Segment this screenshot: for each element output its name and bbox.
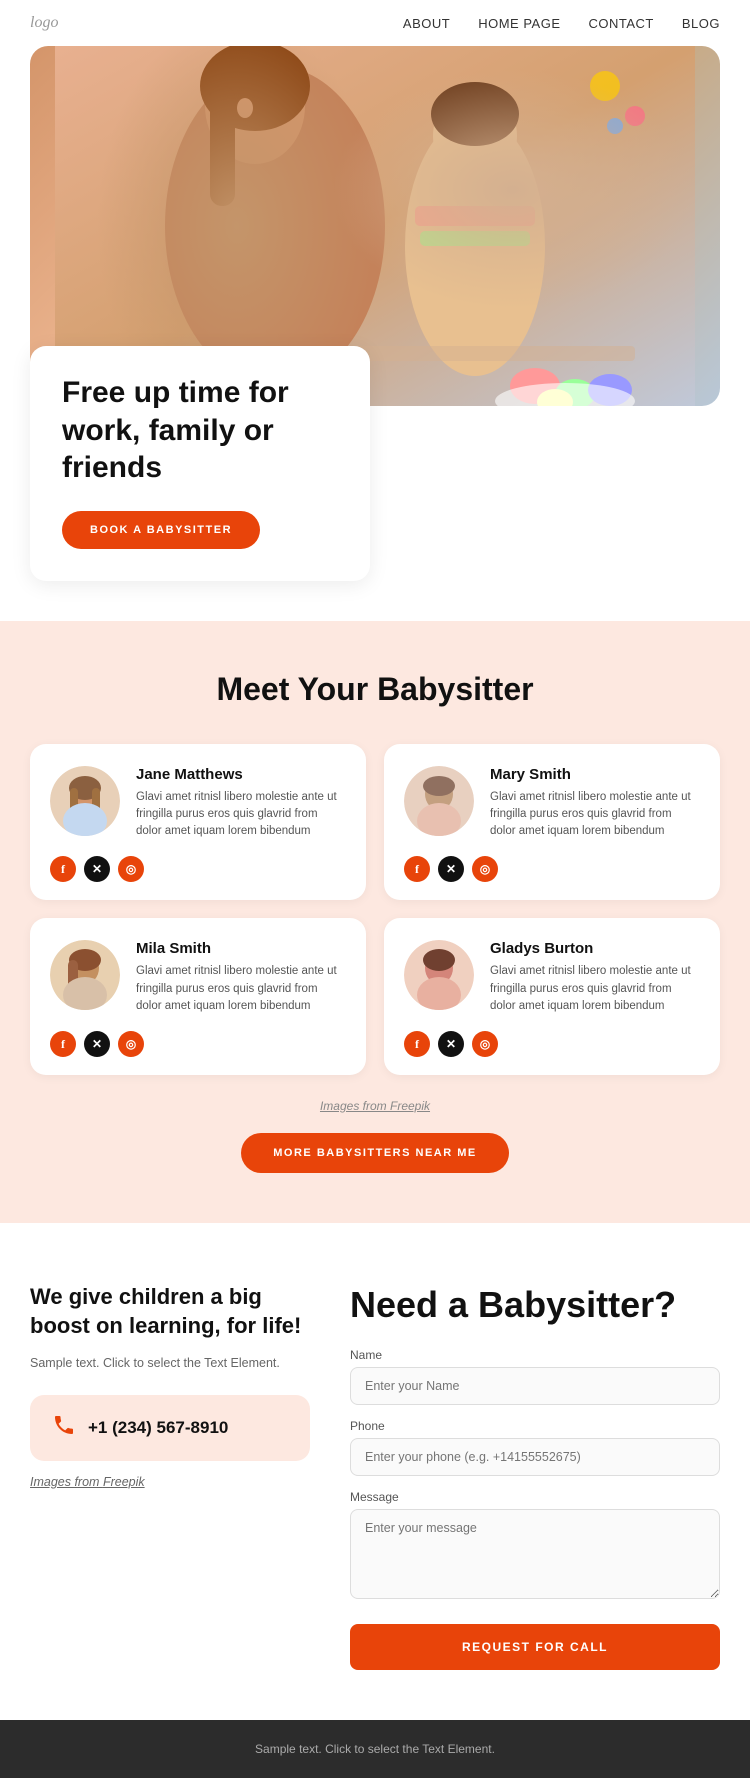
sitter-socials-mila: f ✕ ◎ xyxy=(50,1031,346,1057)
facebook-icon[interactable]: f xyxy=(404,1031,430,1057)
logo: logo xyxy=(30,14,58,32)
phone-box: +1 (234) 567-8910 xyxy=(30,1395,310,1461)
sitter-top: Gladys Burton Glavi amet ritnisl libero … xyxy=(404,940,700,1015)
phone-label: Phone xyxy=(350,1419,720,1433)
form-group-message: Message xyxy=(350,1490,720,1604)
form-group-name: Name xyxy=(350,1348,720,1405)
instagram-icon[interactable]: ◎ xyxy=(118,1031,144,1057)
sitter-info-jane: Jane Matthews Glavi amet ritnisl libero … xyxy=(136,766,346,841)
sitter-socials-mary: f ✕ ◎ xyxy=(404,856,700,882)
sitter-card-mila: Mila Smith Glavi amet ritnisl libero mol… xyxy=(30,918,366,1075)
sitter-card-gladys: Gladys Burton Glavi amet ritnisl libero … xyxy=(384,918,720,1075)
sitter-info-mila: Mila Smith Glavi amet ritnisl libero mol… xyxy=(136,940,346,1015)
freepik-note-left: Images from Freepik xyxy=(30,1473,310,1492)
sitter-avatar-mary xyxy=(404,766,474,836)
sitter-top: Mila Smith Glavi amet ritnisl libero mol… xyxy=(50,940,346,1015)
hero-section: Free up time for work, family or friends… xyxy=(0,46,750,621)
sitter-card-mary: Mary Smith Glavi amet ritnisl libero mol… xyxy=(384,744,720,901)
phone-input[interactable] xyxy=(350,1438,720,1476)
need-right: Need a Babysitter? Name Phone Message RE… xyxy=(350,1283,720,1670)
phone-icon xyxy=(52,1413,76,1443)
sitter-info-gladys: Gladys Burton Glavi amet ritnisl libero … xyxy=(490,940,700,1015)
more-babysitters-button[interactable]: MORE BABYSITTERS NEAR ME xyxy=(241,1133,508,1173)
sitters-grid: Jane Matthews Glavi amet ritnisl libero … xyxy=(30,744,720,1076)
instagram-icon[interactable]: ◎ xyxy=(472,856,498,882)
meet-section: Meet Your Babysitter Jane Matthews xyxy=(0,621,750,1224)
sitter-top: Jane Matthews Glavi amet ritnisl libero … xyxy=(50,766,346,841)
message-textarea[interactable] xyxy=(350,1509,720,1599)
facebook-icon[interactable]: f xyxy=(404,856,430,882)
nav-homepage[interactable]: HOME PAGE xyxy=(478,16,560,31)
nav-blog[interactable]: BLOG xyxy=(682,16,720,31)
need-left-body: Sample text. Click to select the Text El… xyxy=(30,1354,310,1373)
name-label: Name xyxy=(350,1348,720,1362)
sitter-socials-gladys: f ✕ ◎ xyxy=(404,1031,700,1057)
instagram-icon[interactable]: ◎ xyxy=(472,1031,498,1057)
nav-about[interactable]: ABOUT xyxy=(403,16,450,31)
facebook-icon[interactable]: f xyxy=(50,1031,76,1057)
more-button-wrapper: MORE BABYSITTERS NEAR ME xyxy=(30,1133,720,1173)
footer-text: Sample text. Click to select the Text El… xyxy=(30,1742,720,1756)
need-section: We give children a big boost on learning… xyxy=(0,1223,750,1720)
book-babysitter-button[interactable]: BOOK A BABYSITTER xyxy=(62,511,260,549)
submit-button[interactable]: REQUEST FOR CALL xyxy=(350,1624,720,1670)
freepik-note: Images from Freepik xyxy=(30,1099,720,1113)
sitter-top: Mary Smith Glavi amet ritnisl libero mol… xyxy=(404,766,700,841)
phone-number: +1 (234) 567-8910 xyxy=(88,1418,228,1438)
twitter-icon[interactable]: ✕ xyxy=(84,856,110,882)
instagram-icon[interactable]: ◎ xyxy=(118,856,144,882)
sitter-avatar-jane xyxy=(50,766,120,836)
need-left: We give children a big boost on learning… xyxy=(30,1283,310,1514)
sitter-info-mary: Mary Smith Glavi amet ritnisl libero mol… xyxy=(490,766,700,841)
sitter-socials-jane: f ✕ ◎ xyxy=(50,856,346,882)
name-input[interactable] xyxy=(350,1367,720,1405)
need-right-heading: Need a Babysitter? xyxy=(350,1283,720,1326)
form-group-phone: Phone xyxy=(350,1419,720,1476)
message-label: Message xyxy=(350,1490,720,1504)
sitter-card-jane: Jane Matthews Glavi amet ritnisl libero … xyxy=(30,744,366,901)
facebook-icon[interactable]: f xyxy=(50,856,76,882)
twitter-icon[interactable]: ✕ xyxy=(84,1031,110,1057)
sitter-avatar-mila xyxy=(50,940,120,1010)
twitter-icon[interactable]: ✕ xyxy=(438,856,464,882)
need-left-heading: We give children a big boost on learning… xyxy=(30,1283,310,1340)
hero-text-box: Free up time for work, family or friends… xyxy=(30,346,370,581)
sitter-avatar-gladys xyxy=(404,940,474,1010)
nav-contact[interactable]: CONTACT xyxy=(589,16,654,31)
footer: Sample text. Click to select the Text El… xyxy=(0,1720,750,1778)
twitter-icon[interactable]: ✕ xyxy=(438,1031,464,1057)
meet-heading: Meet Your Babysitter xyxy=(30,671,720,708)
hero-headline: Free up time for work, family or friends xyxy=(62,374,338,487)
nav-links: ABOUT HOME PAGE CONTACT BLOG xyxy=(403,16,720,31)
navigation: logo ABOUT HOME PAGE CONTACT BLOG xyxy=(0,0,750,46)
